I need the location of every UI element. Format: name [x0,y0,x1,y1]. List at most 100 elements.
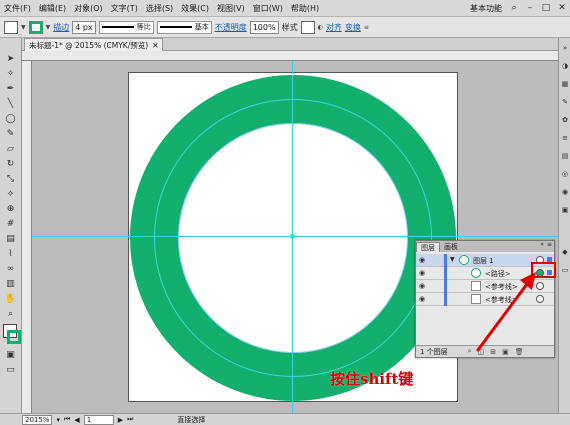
red-arrow [476,272,536,352]
menu-file[interactable]: 文件(F) [0,3,35,14]
document-tab-bar: 未标题-1* @ 2015% (CMYK/预览) ✕ [22,38,570,51]
variable-width-profile[interactable]: 等比 [98,20,154,34]
gradient-icon[interactable]: ▤ [3,232,18,246]
stroke-swatch[interactable] [28,20,43,34]
hand-icon[interactable]: ✋ [3,292,18,306]
scale-icon[interactable]: ⤡ [3,172,18,186]
appearance-icon[interactable]: ◉ [560,188,570,198]
menu-window[interactable]: 窗口(W) [249,3,287,14]
recolor-icon[interactable]: ◐ [318,24,323,31]
brush-definition[interactable]: 基本 [156,20,212,34]
eyedropper-icon[interactable]: ⌇ [3,247,18,261]
last-artboard-icon[interactable]: ⏭ [127,415,133,424]
artboard-number-field[interactable]: 1 [83,414,114,425]
gradient-icon[interactable]: ▤ [560,152,570,162]
stroke-label[interactable]: 描边 [53,22,69,33]
opacity-field[interactable]: 100% [249,20,279,34]
tools-panel: ➤ ✧ ✒ ╲ ◯ ✎ ▱ ↻ ⤡ ⟡ ⊕ # ▤ ⌇ ∞ ▥ ✋ ⌕ ▣ ▭ [0,38,22,413]
menu-view[interactable]: 视图(V) [213,3,249,14]
magic-wand-icon[interactable]: ✧ [3,67,18,81]
zoom-field[interactable]: 2015% [22,414,53,425]
minimize-icon[interactable]: – [522,1,538,15]
screen-mode-icon[interactable]: ▭ [3,363,18,377]
opacity-label[interactable]: 不透明度 [215,22,247,33]
line-tool-icon[interactable]: ╲ [3,97,18,111]
panel-menu-icon[interactable]: ≡ [547,241,552,248]
status-bar: 2015% ▾ ⏮ ◀ 1 ▶ ⏭ 直接选择 [0,413,570,425]
graphic-styles-icon[interactable]: ▣ [560,206,570,216]
mesh-icon[interactable]: # [3,217,18,231]
paintbrush-icon[interactable]: ✎ [3,127,18,141]
close-icon[interactable]: ✕ [554,1,570,15]
control-bar: ▼ ▼ 描边 4 px 等比 基本 不透明度 100% 样式 ◐ 对齐 变换 ≡ [0,17,570,38]
chevron-down-icon[interactable]: ▾ [56,416,60,424]
workspace-switcher[interactable]: 基本功能 [466,3,506,14]
transparency-icon[interactable]: ◎ [560,170,570,180]
next-artboard-icon[interactable]: ▶ [118,416,123,424]
collapse-icon[interactable]: » [560,44,570,54]
center-point [290,234,295,239]
right-panel-dock: » ◑ ▦ ✎ ✿ ≡ ▤ ◎ ◉ ▣ ◆ ▭ [558,38,570,413]
ellipse-tool-icon[interactable]: ◯ [3,112,18,126]
menu-help[interactable]: 帮助(H) [287,3,323,14]
layer-count: 1 个图层 [420,347,448,356]
panel-menu-icon[interactable]: ≡ [364,24,369,31]
artboards-icon[interactable]: ▭ [560,266,570,276]
transform-link[interactable]: 变换 [345,22,361,33]
layer-thumbnail [459,255,469,265]
menu-bar: 文件(F) 编辑(E) 对象(O) 文字(T) 选择(S) 效果(C) 视图(V… [0,0,570,17]
annotation-text: 按住shift键 [330,370,414,388]
visibility-eye-icon[interactable]: ◉ [419,295,428,304]
layers-icon[interactable]: ◆ [560,248,570,258]
document-title: 未标题-1* @ 2015% (CMYK/预览) [29,40,149,50]
brushes-icon[interactable]: ✎ [560,98,570,108]
visibility-eye-icon[interactable]: ◉ [419,256,428,265]
chevron-down-icon[interactable]: ▼ [46,24,51,31]
layers-panel-tabs: 图层 画板 » ≡ [416,241,554,252]
chevron-down-icon[interactable]: ▼ [21,24,26,31]
style-swatch[interactable] [300,20,315,34]
color-icon[interactable]: ◑ [560,62,570,72]
fill-swatch[interactable] [4,20,18,34]
first-artboard-icon[interactable]: ⏮ [64,415,70,424]
menu-object[interactable]: 对象(O) [70,3,107,14]
selection-tool-icon[interactable]: ➤ [3,52,18,66]
visibility-eye-icon[interactable]: ◉ [419,282,428,291]
menu-effect[interactable]: 效果(C) [177,3,213,14]
rotate-icon[interactable]: ↻ [3,157,18,171]
width-tool-icon[interactable]: ⟡ [3,187,18,201]
tab-artboards[interactable]: 画板 [440,242,462,252]
document-tab[interactable]: 未标题-1* @ 2015% (CMYK/预览) ✕ [24,38,164,51]
maximize-icon[interactable]: □ [538,1,554,15]
expand-triangle-icon[interactable]: ▼ [450,256,455,263]
menu-select[interactable]: 选择(S) [142,3,177,14]
style-label: 样式 [281,22,298,32]
symbols-icon[interactable]: ✿ [560,116,570,126]
swatches-icon[interactable]: ▦ [560,80,570,90]
graph-icon[interactable]: ▥ [3,277,18,291]
eraser-icon[interactable]: ▱ [3,142,18,156]
search-icon[interactable]: ⌕ [506,1,522,15]
menu-edit[interactable]: 编辑(E) [35,3,70,14]
collapse-icon[interactable]: » [540,241,544,248]
visibility-eye-icon[interactable]: ◉ [419,269,428,278]
pen-tool-icon[interactable]: ✒ [3,82,18,96]
color-mode-icon[interactable]: ▣ [3,348,18,362]
stroke-weight-field[interactable]: 4 px [72,20,96,34]
layer-name[interactable]: 图层 1 [473,256,494,266]
horizontal-guide[interactable] [32,236,558,237]
blend-icon[interactable]: ∞ [3,262,18,276]
horizontal-ruler[interactable] [22,51,558,61]
current-tool-status: 直接选择 [177,415,206,424]
vertical-ruler[interactable] [22,61,32,413]
shape-builder-icon[interactable]: ⊕ [3,202,18,216]
canvas[interactable] [32,61,558,413]
close-icon[interactable]: ✕ [152,41,158,50]
align-link[interactable]: 对齐 [326,22,342,33]
prev-artboard-icon[interactable]: ◀ [74,416,79,424]
tab-layers[interactable]: 图层 [416,242,440,252]
stroke-color-box[interactable] [7,330,21,344]
zoom-icon[interactable]: ⌕ [3,307,18,321]
menu-type[interactable]: 文字(T) [107,3,142,14]
stroke-icon[interactable]: ≡ [560,134,570,144]
